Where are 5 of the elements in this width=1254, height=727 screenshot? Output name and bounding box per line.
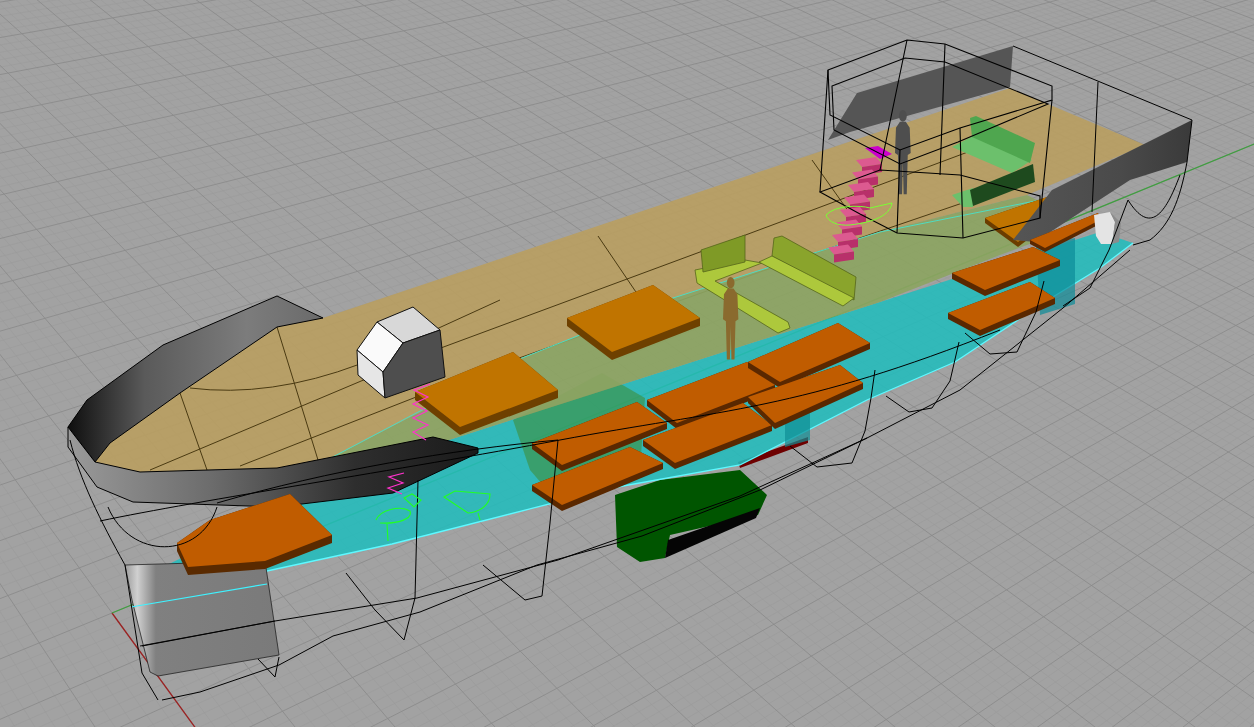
small-box xyxy=(1094,212,1121,244)
zigzag-curve xyxy=(411,383,431,441)
zigzag-curve xyxy=(386,472,405,495)
sketch-curve xyxy=(443,490,491,521)
sketch-curve xyxy=(825,202,893,226)
